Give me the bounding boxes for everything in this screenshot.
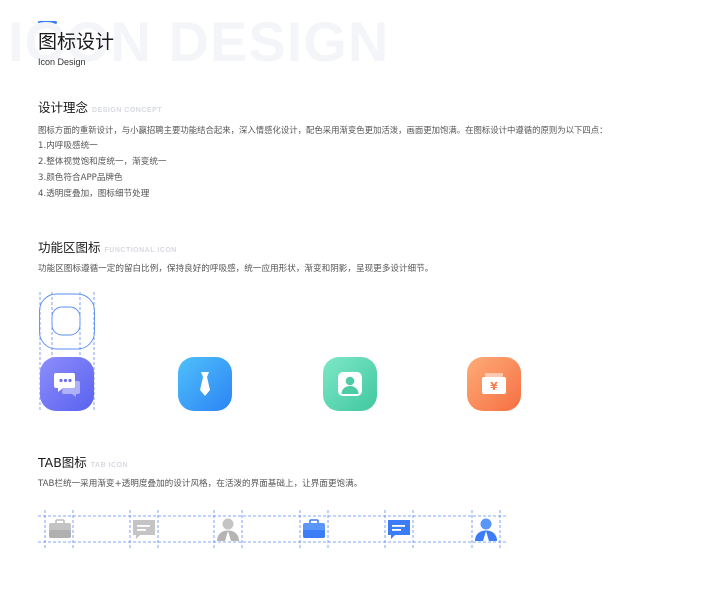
message-icon	[133, 520, 155, 539]
concept-point: 2.整体视觉饱和度统一，渐变统一	[38, 157, 167, 167]
yuan-symbol: ¥	[490, 380, 498, 393]
functional-heading: 功能区图标 FUNCTIONAL ICON	[38, 237, 177, 256]
user-icon	[338, 372, 362, 396]
yuan-wallet-icon: ¥	[482, 373, 506, 394]
tab-jobs-inactive[interactable]	[46, 515, 74, 543]
briefcase-icon	[49, 519, 71, 538]
concept-point: 3.颜色符合APP品牌色	[38, 173, 123, 183]
concept-paragraph: 图标方面的重新设计，与小赢招聘主要功能结合起来，深入情感化设计，配色采用渐变色更…	[38, 125, 608, 135]
concept-heading: 设计理念 DESIGN CONCEPT	[38, 97, 162, 116]
concept-point: 4.透明度叠加，图标细节处理	[38, 189, 150, 199]
tab-profile-inactive[interactable]	[214, 515, 242, 543]
user-icon-tile	[323, 357, 377, 411]
page-title: 图标设计	[38, 31, 115, 53]
chat-icon-tile	[40, 357, 94, 411]
person-icon	[217, 518, 239, 541]
tab-messages-inactive[interactable]	[130, 515, 158, 543]
tab-title-en: TAB ICON	[90, 462, 129, 469]
page-subtitle: Icon Design	[38, 57, 86, 67]
message-icon	[388, 520, 410, 539]
tab-paragraph: TAB栏统一采用渐变+透明度叠加的设计风格，在活泼的界面基础上，让界面更饱满。	[38, 479, 363, 489]
functional-title: 功能区图标	[38, 240, 101, 255]
person-icon	[475, 518, 497, 541]
tab-profile-active[interactable]	[472, 515, 500, 543]
tab-jobs-active[interactable]	[300, 515, 328, 543]
necktie-icon	[200, 372, 210, 396]
briefcase-icon	[303, 519, 325, 538]
concept-title-en: DESIGN CONCEPT	[92, 107, 163, 114]
functional-paragraph: 功能区图标遵循一定的留白比例，保持良好的呼吸感，统一应用形状，渐变和阴影，呈现更…	[38, 264, 434, 274]
tab-grid-guide	[38, 510, 508, 550]
concept-title: 设计理念	[38, 100, 89, 115]
tie-icon-tile	[178, 357, 232, 411]
concept-point: 1.内呼吸感统一	[38, 141, 98, 151]
functional-title-en: FUNCTIONAL ICON	[104, 247, 177, 254]
tab-messages-active[interactable]	[385, 515, 413, 543]
tab-heading: TAB图标 TAB ICON	[38, 452, 128, 471]
wallet-icon-tile: ¥	[467, 357, 521, 411]
chat-bubble-icon	[54, 373, 80, 397]
tab-title: TAB图标	[38, 455, 87, 470]
